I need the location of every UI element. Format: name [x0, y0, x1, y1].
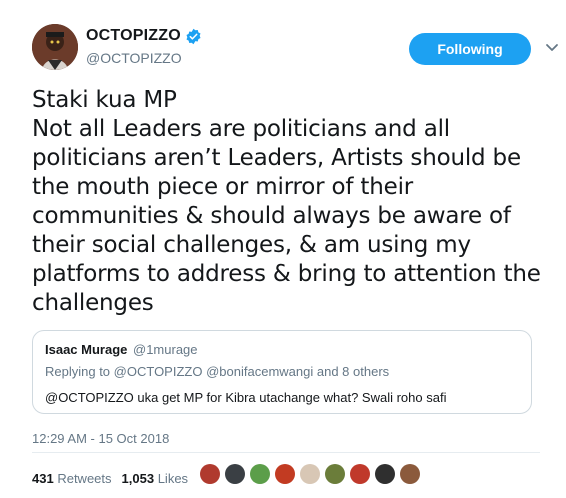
tweet-line: the mouth piece or mirror of their	[32, 174, 414, 200]
retweets-label: Retweets	[57, 470, 112, 486]
liker-avatar[interactable]	[350, 464, 370, 484]
tweet-line: Staki kua MP	[32, 87, 177, 113]
retweets-stat[interactable]: 431 Retweets	[32, 471, 112, 486]
liker-avatars	[200, 464, 425, 484]
retweets-count: 431	[32, 470, 54, 486]
quoted-author-name: Isaac Murage	[45, 342, 128, 357]
liker-avatar[interactable]	[300, 464, 320, 484]
tweet-line: Not all Leaders are politicians and all	[32, 116, 450, 142]
tweet-timestamp[interactable]: 12:29 AM - 15 Oct 2018	[32, 431, 169, 446]
liker-avatar[interactable]	[275, 464, 295, 484]
replying-others-suffix[interactable]: and 8 others	[317, 364, 389, 379]
author-name-text[interactable]: OCTOPIZZO	[86, 27, 181, 45]
liker-avatar[interactable]	[225, 464, 245, 484]
quoted-replying-to: Replying to @OCTOPIZZO @bonifacemwangi a…	[45, 363, 519, 381]
replying-to-handle[interactable]: @OCTOPIZZO	[114, 364, 203, 379]
liker-avatar[interactable]	[250, 464, 270, 484]
tweet-line: communities & should always be aware of	[32, 203, 511, 229]
likes-count: 1,053	[121, 470, 155, 486]
quoted-author-handle: @1murage	[133, 342, 198, 357]
replying-prefix: Replying to	[45, 364, 111, 379]
quoted-tweet-text: @OCTOPIZZO uka get MP for Kibra utachang…	[45, 390, 447, 405]
tweet-text: Staki kua MP Not all Leaders are politic…	[32, 86, 547, 318]
avatar-image	[32, 24, 78, 70]
liker-avatar[interactable]	[325, 464, 345, 484]
likes-stat[interactable]: 1,053 Likes	[122, 471, 189, 486]
liker-avatar[interactable]	[375, 464, 395, 484]
likes-label: Likes	[157, 470, 189, 486]
quoted-tweet[interactable]: Isaac Murage @1murage Replying to @OCTOP…	[32, 330, 532, 414]
author-names: OCTOPIZZO @OCTOPIZZO	[86, 27, 202, 66]
tweet-line: politicians aren’t Leaders, Artists shou…	[32, 145, 521, 171]
divider	[32, 452, 540, 453]
tweet-line: platforms to address & bring to attentio…	[32, 261, 541, 287]
author-display-name[interactable]: OCTOPIZZO	[86, 27, 202, 45]
tweet-line: their social challenges, & am using my	[32, 232, 471, 258]
verified-badge-icon	[186, 28, 201, 44]
author-avatar[interactable]	[32, 24, 78, 70]
tweet-stats: 431 Retweets 1,053 Likes	[32, 464, 198, 492]
tweet-header: OCTOPIZZO @OCTOPIZZO Following	[32, 24, 558, 72]
quoted-author: Isaac Murage @1murage	[45, 341, 519, 359]
following-button[interactable]: Following	[409, 33, 531, 65]
chevron-down-icon[interactable]	[544, 39, 560, 55]
liker-avatar[interactable]	[400, 464, 420, 484]
replying-to-other-handle[interactable]: @bonifacemwangi	[206, 364, 313, 379]
author-handle[interactable]: @OCTOPIZZO	[86, 50, 202, 66]
liker-avatar[interactable]	[200, 464, 220, 484]
tweet-line: challenges	[32, 290, 154, 316]
